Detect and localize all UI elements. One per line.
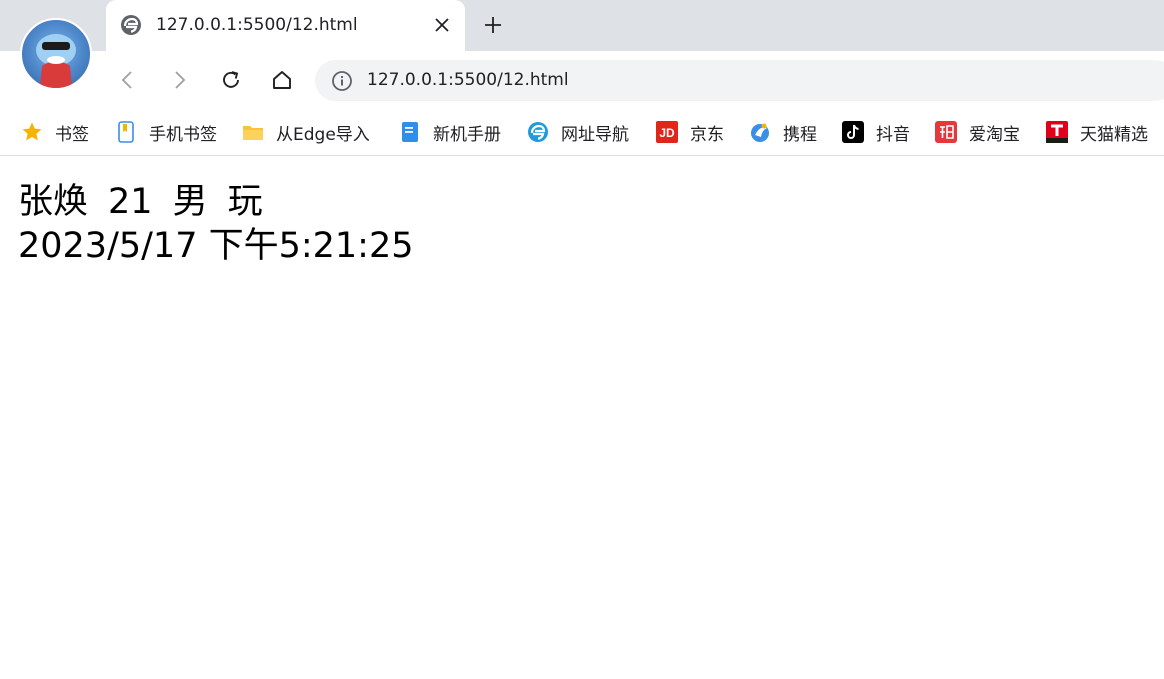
current-datetime: 2023/5/17 下午5:21:25: [18, 226, 414, 266]
phone-bookmark-icon: [118, 121, 134, 143]
folder-icon: [243, 126, 263, 140]
bookmark-label: 京东: [690, 124, 724, 145]
bookmark-mobile[interactable]: 手机书签: [115, 117, 217, 147]
reload-icon: [223, 71, 239, 88]
person-hobby: 玩: [227, 182, 263, 222]
plus-icon: [485, 17, 501, 33]
home-button[interactable]: [266, 64, 298, 96]
person-gender: 男: [172, 182, 208, 222]
home-icon: [273, 71, 291, 89]
bookmark-label: 书签: [55, 124, 89, 145]
avatar-image: [36, 34, 76, 88]
bookmark-douyin[interactable]: 抖音: [842, 117, 910, 147]
close-icon: [435, 18, 449, 32]
person-age: 21: [108, 182, 153, 222]
bookmark-label: 手机书签: [149, 124, 217, 145]
bookmark-label: 抖音: [876, 124, 910, 145]
douyin-icon: [842, 121, 864, 143]
svg-text:JD: JD: [659, 126, 675, 140]
tmall-icon: [1046, 121, 1068, 143]
browser-window: 127.0.0.1:5500/12.html 127.0.0.1:5500/12…: [0, 0, 1164, 679]
person-info-line: 张焕 21 男玩: [18, 180, 414, 224]
bookmark-jd[interactable]: JD 京东: [656, 117, 724, 147]
page-content: 张焕 21 男玩 2023/5/17 下午5:21:25: [18, 180, 414, 268]
bookmark-tmall[interactable]: 天猫精选: [1046, 117, 1148, 147]
profile-avatar[interactable]: [20, 18, 92, 90]
tab-close-button[interactable]: [430, 13, 454, 37]
bookmark-taobao[interactable]: 爱淘宝: [935, 117, 1020, 147]
address-bar[interactable]: 127.0.0.1:5500/12.html: [315, 60, 1164, 101]
bookmark-label: 从Edge导入: [276, 124, 370, 145]
new-tab-button[interactable]: [478, 10, 508, 40]
jd-icon: JD: [656, 121, 678, 143]
back-arrow-icon: [121, 71, 132, 89]
bookmark-label: 天猫精选: [1080, 124, 1148, 145]
edge-page-icon: [121, 15, 141, 35]
reload-button[interactable]: [215, 64, 247, 96]
bookmark-label: 新机手册: [433, 124, 501, 145]
forward-arrow-icon: [175, 71, 186, 89]
edge-icon: [528, 122, 548, 142]
ctrip-icon: [751, 123, 769, 142]
bookmark-label: 爱淘宝: [969, 124, 1020, 145]
star-icon: [22, 122, 42, 141]
tab-title: 127.0.0.1:5500/12.html: [156, 15, 358, 35]
person-name: 张焕: [18, 182, 89, 222]
bookmark-label: 网址导航: [561, 124, 629, 145]
browser-toolbar: 127.0.0.1:5500/12.html: [0, 51, 1164, 109]
active-tab[interactable]: 127.0.0.1:5500/12.html: [106, 0, 465, 51]
bookmarks-bar: 书签 手机书签 从Edge导入 新机手册 网址导航 JD 京东 携程 抖音 爱淘…: [0, 109, 1164, 156]
tab-strip: 127.0.0.1:5500/12.html: [0, 0, 1164, 51]
bookmark-ctrip[interactable]: 携程: [749, 117, 817, 147]
manual-icon: [402, 122, 418, 142]
site-info-icon[interactable]: [331, 70, 353, 92]
forward-button[interactable]: [163, 64, 195, 96]
bookmark-navigation[interactable]: 网址导航: [527, 117, 629, 147]
address-url: 127.0.0.1:5500/12.html: [367, 70, 569, 90]
bookmark-shu-qian[interactable]: 书签: [21, 117, 89, 147]
bookmark-edge-import[interactable]: 从Edge导入: [242, 117, 370, 147]
bookmark-label: 携程: [783, 124, 817, 145]
bookmark-manual[interactable]: 新机手册: [399, 117, 501, 147]
back-button[interactable]: [112, 64, 144, 96]
taobao-icon: [935, 121, 957, 143]
